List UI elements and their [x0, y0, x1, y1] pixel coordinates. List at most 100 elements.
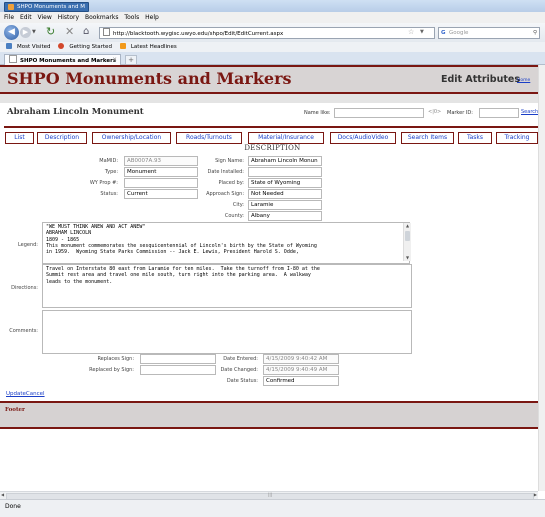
horizontal-scrollbar[interactable]: ◀ ||| ▶: [0, 491, 538, 500]
mmid-field: AB0007A.93: [124, 156, 198, 166]
comments-label: Comments:: [9, 328, 38, 334]
search-link[interactable]: Search: [521, 109, 538, 115]
scroll-thumb[interactable]: [405, 231, 410, 241]
tab-docs-audiovideo[interactable]: Docs/AudioVideo: [330, 132, 396, 144]
directions-label: Directions:: [11, 285, 38, 291]
history-dropdown-icon[interactable]: ▼: [32, 29, 36, 35]
scroll-right-icon[interactable]: ▶: [534, 492, 537, 498]
replaces-sign-label: Replaces Sign:: [97, 356, 134, 362]
google-icon: G: [441, 30, 446, 36]
url-bar[interactable]: http://blacktooth.wygisc.uwyo.edu/shpo/E…: [99, 27, 435, 39]
date-entered-field: 4/15/2009 9:40:42 AM: [263, 354, 339, 364]
tab-tasks[interactable]: Tasks: [458, 132, 492, 144]
county-label: County:: [224, 213, 244, 219]
tab-label: SHPO Monuments and Markers: [20, 58, 117, 64]
mmid-label: MaMID:: [99, 158, 118, 164]
wyprop-field[interactable]: [124, 178, 198, 188]
search-bar[interactable]: G Google ⚲: [438, 27, 540, 39]
directions-textarea[interactable]: Travel on Interstate 80 east from Larami…: [42, 264, 412, 308]
window-title-tab[interactable]: SHPO Monuments and M: [4, 2, 89, 12]
menu-bookmarks[interactable]: Bookmarks: [85, 12, 119, 23]
date-installed-field[interactable]: [248, 167, 322, 177]
legend-label: Legend:: [17, 242, 38, 248]
status-field[interactable]: Current: [124, 189, 198, 199]
type-field[interactable]: Monument: [124, 167, 198, 177]
placed-by-field[interactable]: State of Wyoming: [248, 178, 322, 188]
close-tab-icon[interactable]: ✕: [112, 55, 117, 65]
stop-icon[interactable]: ✕: [65, 26, 74, 38]
bookmark-getting-started[interactable]: Getting Started: [55, 42, 112, 52]
new-tab-button[interactable]: +: [125, 55, 137, 65]
scroll-grip-icon: |||: [268, 492, 273, 497]
site-title: SHPO Monuments and Markers: [7, 69, 292, 88]
tab-list[interactable]: List: [5, 132, 34, 144]
menu-help[interactable]: Help: [145, 12, 159, 23]
footer-text: Footer: [5, 407, 25, 413]
menu-edit[interactable]: Edit: [20, 12, 32, 23]
record-nav-arrows[interactable]: <|0>: [428, 109, 441, 115]
reload-icon[interactable]: ↻: [46, 26, 55, 38]
bookmark-star-icon[interactable]: ☆: [408, 27, 414, 37]
tab-tracking[interactable]: Tracking: [496, 132, 538, 144]
marker-id-label: Marker ID:: [447, 110, 473, 116]
date-changed-field: 4/15/2009 9:40:49 AM: [263, 365, 339, 375]
menu-view[interactable]: View: [38, 12, 52, 23]
divider-top: [4, 126, 541, 128]
sign-name-label: Sign Name:: [215, 158, 244, 164]
window-title: SHPO Monuments and M: [17, 4, 85, 10]
marker-id-input[interactable]: [479, 108, 519, 118]
name-like-input[interactable]: [334, 108, 424, 118]
firefox-icon: [58, 43, 65, 49]
status-text: Done: [5, 503, 21, 510]
tab-description[interactable]: Description: [37, 132, 87, 144]
scroll-down-icon[interactable]: ▼: [404, 255, 411, 261]
status-label: Status:: [100, 191, 118, 197]
page-title: Edit Attributes: [441, 74, 520, 85]
date-changed-label: Date Changed:: [220, 367, 258, 373]
app-icon: [8, 4, 14, 10]
page-vertical-scrollbar[interactable]: [538, 65, 545, 491]
scroll-up-icon[interactable]: ▲: [404, 223, 411, 229]
page-content: SHPO Monuments and Markers Edit Attribut…: [0, 65, 545, 491]
tab-search-items[interactable]: Search Items: [401, 132, 454, 144]
update-cancel-links[interactable]: UpdateCancel: [6, 391, 45, 397]
section-title: DESCRIPTION: [244, 144, 301, 152]
tab-roads-turnouts[interactable]: Roads/Turnouts: [176, 132, 242, 144]
search-placeholder: Google: [449, 30, 469, 36]
bookmark-latest-headlines[interactable]: Latest Headlines: [117, 42, 177, 52]
bookmark-most-visited[interactable]: Most Visited: [3, 42, 50, 52]
approach-sign-field[interactable]: Not Needed: [248, 189, 322, 199]
menu-tools[interactable]: Tools: [124, 12, 139, 23]
city-field[interactable]: Laramie: [248, 200, 322, 210]
home-icon[interactable]: ⌂: [83, 26, 89, 38]
most-visited-icon: [6, 43, 12, 49]
tab-material-insurance[interactable]: Material/Insurance: [248, 132, 324, 144]
tab-ownership-location[interactable]: Ownership/Location: [92, 132, 171, 144]
search-icon[interactable]: ⚲: [533, 28, 537, 38]
back-arrow-icon[interactable]: ◀: [4, 25, 19, 40]
url-dropdown-icon[interactable]: ▼: [420, 27, 424, 37]
approach-sign-label: Approach Sign:: [206, 191, 244, 197]
record-name: Abraham Lincoln Monument: [7, 107, 144, 117]
placed-by-label: Placed by:: [218, 180, 244, 186]
type-label: Type:: [104, 169, 118, 175]
home-link[interactable]: Home: [517, 78, 530, 83]
county-field[interactable]: Albany: [248, 211, 322, 221]
menu-history[interactable]: History: [58, 12, 79, 23]
site-footer: Footer: [0, 401, 545, 429]
sign-name-field[interactable]: Abraham Lincoln Monun: [248, 156, 322, 166]
menu-file[interactable]: File: [4, 12, 14, 23]
comments-textarea[interactable]: [42, 310, 412, 354]
rss-icon: [119, 43, 126, 49]
navigation-toolbar: ◀ ▶ ▼ ↻ ✕ ⌂ http://blacktooth.wygisc.uwy…: [0, 23, 545, 43]
date-status-label: Date Status:: [226, 378, 258, 384]
legend-scrollbar[interactable]: ▲ ▼: [403, 223, 411, 261]
date-status-field[interactable]: Confirmed: [263, 376, 339, 386]
name-like-label: Name like:: [304, 110, 331, 116]
date-entered-label: Date Entered:: [223, 356, 258, 362]
window-titlebar: SHPO Monuments and M: [0, 0, 545, 12]
tab-shpo[interactable]: SHPO Monuments and Markers ✕: [4, 54, 121, 65]
scroll-left-icon[interactable]: ◀: [1, 492, 4, 498]
forward-arrow-icon[interactable]: ▶: [20, 27, 31, 38]
legend-textarea[interactable]: "WE MUST THINK ANEW AND ACT ANEW" ABRAHA…: [42, 222, 410, 264]
